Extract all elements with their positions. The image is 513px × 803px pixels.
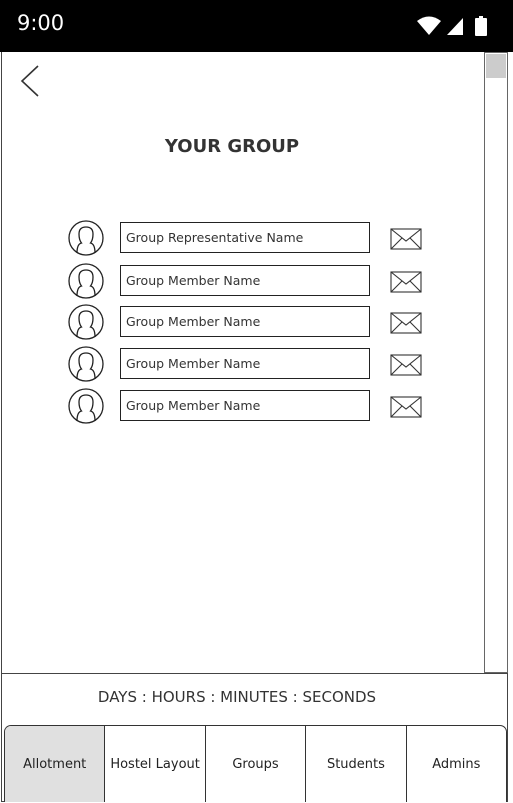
chevron-left-icon [20,65,39,97]
user-avatar-icon [68,263,104,299]
representative-name-field[interactable]: Group Representative Name [120,222,370,253]
member-name-field[interactable]: Group Member Name [120,265,370,296]
divider [2,673,507,674]
email-button[interactable] [390,396,422,418]
user-avatar-icon [68,346,104,382]
envelope-icon [390,228,422,250]
status-bar: 9:00 [0,0,513,52]
member-row: Group Member Name [68,263,428,299]
tab-hostel-layout[interactable]: Hostel Layout [105,726,206,802]
tab-admins[interactable]: Admins [407,726,506,802]
screen: YOUR GROUP Group Representative Name Gro… [1,52,508,802]
member-row: Group Member Name [68,304,428,340]
page-title: YOUR GROUP [164,136,300,157]
envelope-icon [390,354,422,376]
back-button[interactable] [18,64,42,98]
email-button[interactable] [390,312,422,334]
user-avatar-icon [68,388,104,424]
envelope-icon [390,396,422,418]
member-name-field[interactable]: Group Member Name [120,390,370,421]
envelope-icon [390,312,422,334]
member-row: Group Member Name [68,346,428,382]
cellular-signal-icon [447,18,463,35]
scrollbar-thumb[interactable] [486,54,506,78]
countdown-timer: DAYS : HOURS : MINUTES : SECONDS [97,688,377,706]
tab-allotment[interactable]: Allotment [5,726,106,802]
status-icons [417,16,487,36]
member-name-field[interactable]: Group Member Name [120,306,370,337]
tab-groups[interactable]: Groups [206,726,307,802]
envelope-icon [390,271,422,293]
member-row-representative: Group Representative Name [68,220,428,256]
user-avatar-icon [68,220,104,256]
email-button[interactable] [390,271,422,293]
user-avatar-icon [68,304,104,340]
battery-icon [475,16,487,36]
email-button[interactable] [390,228,422,250]
email-button[interactable] [390,354,422,376]
member-row: Group Member Name [68,388,428,424]
wifi-icon [417,16,441,35]
scrollbar[interactable] [484,52,508,673]
member-name-field[interactable]: Group Member Name [120,348,370,379]
bottom-tab-bar: Allotment Hostel Layout Groups Students … [4,725,507,802]
status-time: 9:00 [17,11,65,35]
tab-students[interactable]: Students [306,726,407,802]
